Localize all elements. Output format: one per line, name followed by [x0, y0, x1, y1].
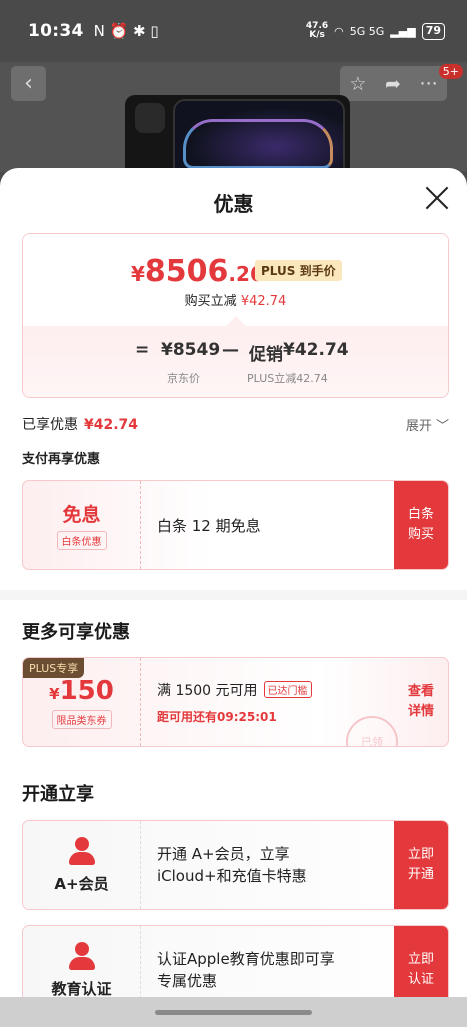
- home-indicator[interactable]: [155, 1010, 312, 1015]
- enjoyed-value: ¥42.74: [84, 417, 139, 433]
- product-image: [125, 95, 350, 173]
- star-icon[interactable]: ☆: [349, 73, 366, 95]
- signal-icon: ▂▄▆: [390, 24, 416, 38]
- member-icon: [67, 836, 97, 867]
- plus-price-tag: PLUS 到手价: [255, 260, 342, 281]
- coupon-countdown: 距可用还有09:25:01: [157, 709, 277, 724]
- verify-btn-line1: 立即: [407, 952, 434, 967]
- status-right: 47.6 K/s ◠ 5G 5G ▂▄▆ 79: [306, 22, 445, 40]
- speed-unit: K/s: [309, 30, 325, 40]
- edu-label: 教育认证: [51, 979, 112, 998]
- coupon-value: 150: [59, 675, 114, 706]
- jd-price: ¥8549: [161, 340, 221, 360]
- enjoyed-label: 已享优惠: [22, 417, 78, 433]
- pay-more-title: 支付再享优惠: [22, 452, 101, 467]
- equals-sign: =: [135, 340, 150, 360]
- baitiao-tag: 白条优惠: [56, 531, 107, 550]
- signal-label: 5G 5G: [349, 24, 385, 38]
- coupon-150-card[interactable]: ¥150 限品类东券 PLUS专享 满 1500 元可用 已达门槛 距可用还有0…: [22, 657, 449, 747]
- claimed-stamp: 已领: [346, 716, 398, 746]
- aplus-label: A+会员: [54, 874, 109, 893]
- price-integer: 8506: [144, 254, 229, 289]
- open-btn-line1: 立即: [407, 847, 434, 862]
- back-icon[interactable]: ‹: [11, 66, 46, 101]
- screen-glow: [183, 119, 333, 169]
- baitiao-btn-line2: 购买: [407, 527, 434, 542]
- plus-reduce-label: PLUS立减42.74: [247, 372, 328, 385]
- sheet-title: 优惠: [213, 192, 254, 216]
- more-offers-title: 更多可享优惠: [22, 622, 130, 643]
- baitiao-btn-line1: 白条: [407, 507, 434, 522]
- instant-reduce: 购买立减 ¥42.74: [23, 290, 448, 309]
- open-now-button[interactable]: 立即 开通: [394, 821, 448, 909]
- education-icon: [67, 941, 97, 972]
- more-icon[interactable]: ···: [420, 73, 438, 95]
- coupon-category-tag: 限品类东券: [51, 709, 112, 729]
- status-bar: 10:34 N ⏰ ✱ ▯ 47.6 K/s ◠ 5G 5G ▂▄▆ 79: [0, 0, 467, 62]
- coupon-currency: ¥: [49, 684, 60, 703]
- final-price: ¥ 8506 .26: [131, 254, 264, 289]
- view-detail-button[interactable]: 查看 详情: [394, 658, 448, 746]
- screen: 10:34 N ⏰ ✱ ▯ 47.6 K/s ◠ 5G 5G ▂▄▆ 79 ‹ …: [0, 0, 467, 1027]
- navigation-bar: [0, 997, 467, 1027]
- header-actions: ☆ ➦ ···: [340, 66, 447, 101]
- status-icons: N ⏰ ✱ ▯: [93, 22, 159, 40]
- message-badge: 5+: [438, 64, 463, 79]
- aplus-desc: 开通 A+会员，立享 iCloud+和充值卡特惠: [157, 821, 307, 909]
- aplus-line2: iCloud+和充值卡特惠: [157, 867, 307, 885]
- baitiao-desc-wrap: 白条 12 期免息: [157, 481, 261, 569]
- minus-sign: —: [222, 340, 239, 360]
- section-divider: [0, 590, 467, 600]
- promo-value: ¥42.74: [283, 340, 349, 360]
- detail-btn-line2: 详情: [407, 704, 434, 719]
- baitiao-card[interactable]: 免息 白条优惠 白条 12 期免息 白条购买: [22, 480, 449, 570]
- promo-label: 促销: [249, 345, 283, 365]
- discount-sheet: 优惠 ¥ 8506 .26 PLUS 到手价 购买立减 ¥42.74 = ¥85…: [0, 168, 467, 1027]
- edu-line2: 专属优惠: [157, 972, 218, 990]
- coupon-amount: ¥150: [49, 676, 114, 706]
- baitiao-left: 免息 白条优惠: [23, 481, 141, 569]
- edu-line1: 认证Apple教育优惠即可享: [157, 950, 335, 968]
- jd-price-label: 京东价: [167, 372, 200, 385]
- coupon-150-info: 满 1500 元可用 已达门槛 距可用还有09:25:01: [157, 658, 312, 746]
- baitiao-buy-button[interactable]: 白条 购买: [394, 481, 448, 569]
- coupon-condition: 满 1500 元可用: [157, 682, 258, 699]
- threshold-reached-badge: 已达门槛: [263, 681, 312, 698]
- aplus-card[interactable]: A+会员 开通 A+会员，立享 iCloud+和充值卡特惠 立即开通: [22, 820, 449, 910]
- reduce-label: 购买立减: [184, 294, 237, 309]
- aplus-left: A+会员: [23, 821, 141, 909]
- network-speed: 47.6 K/s: [306, 22, 328, 40]
- battery-icon: 79: [421, 22, 445, 40]
- open-enjoy-title: 开通立享: [22, 784, 94, 805]
- interest-free-title: 免息: [62, 504, 101, 526]
- wifi-icon: ◠: [334, 24, 344, 38]
- close-icon[interactable]: [425, 186, 449, 210]
- expand-button[interactable]: 展开 ﹀: [406, 415, 449, 434]
- share-icon[interactable]: ➦: [385, 73, 401, 95]
- camera-lens: [135, 103, 165, 133]
- verify-btn-line2: 认证: [407, 972, 434, 987]
- baitiao-desc: 白条 12 期免息: [157, 516, 261, 535]
- currency-symbol: ¥: [131, 262, 145, 286]
- price-formula: = ¥8549 — 促销 ¥42.74: [23, 340, 448, 365]
- price-card: ¥ 8506 .26 PLUS 到手价 购买立减 ¥42.74 = ¥8549 …: [22, 233, 449, 398]
- enjoyed-discount: 已享优惠 ¥42.74: [22, 414, 138, 434]
- aplus-line1: 开通 A+会员，立享: [157, 845, 290, 863]
- detail-btn-line1: 查看: [407, 684, 434, 699]
- reduce-value: ¥42.74: [240, 294, 287, 309]
- open-btn-line2: 开通: [407, 867, 434, 882]
- status-time: 10:34: [28, 21, 84, 41]
- plus-only-badge: PLUS专享: [23, 658, 85, 678]
- coupon-condition-row: 满 1500 元可用 已达门槛: [157, 680, 312, 700]
